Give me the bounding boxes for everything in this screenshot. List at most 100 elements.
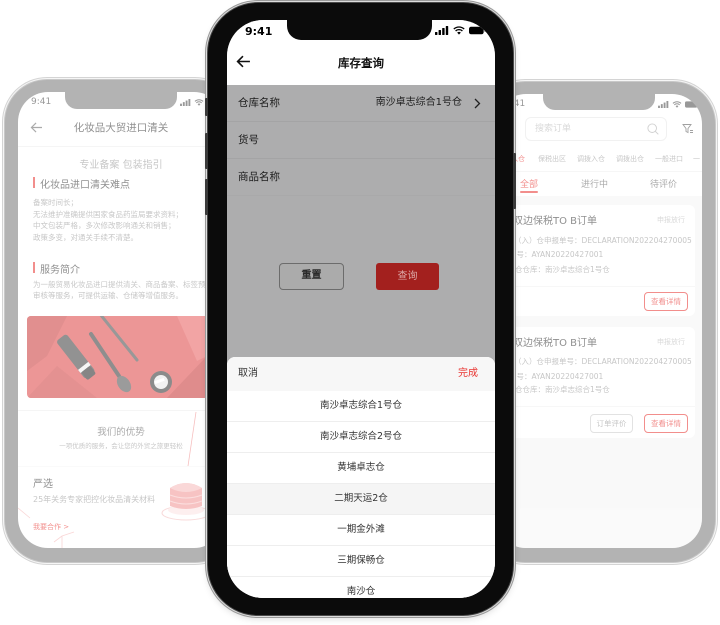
warehouse-picker-sheet: 取消 完成 南沙卓志综合1号仓 南沙卓志综合2号仓 黄埔卓志仓 二期天运2仓 一… (227, 357, 495, 598)
mute-switch (205, 98, 208, 116)
status-tab[interactable]: 待评价 (650, 177, 677, 190)
left-phone-mockup: 9:41 化妆品大贸进口清关 专业备案 包装指引 化妆品进口清关难点 备案时间长… (5, 80, 237, 562)
power-button (513, 153, 516, 209)
difficulty-line: 备案时间长； (33, 198, 78, 207)
left-phone-screen: 9:41 化妆品大贸进口清关 专业备案 包装指引 化妆品进口清关难点 备案时间长… (18, 92, 224, 548)
signal-icon (180, 99, 191, 106)
item-number-field[interactable]: 货号 (227, 122, 495, 159)
field-label: 货号 (238, 134, 259, 146)
picker-option[interactable]: 三期保畅仓 (227, 546, 495, 577)
cancel-button[interactable]: 取消 (238, 357, 258, 391)
order-detail-line: 仓仓库：南沙卓志综合1号仓 (515, 385, 610, 394)
picker-option[interactable]: 黄埔卓志仓 (227, 453, 495, 484)
category-tab[interactable]: 调拨入仓 (577, 154, 605, 164)
service-description: 为一般贸易化妆品进口提供清关、商品备案、标签预 审核等服务，可提供运输、仓储等增… (33, 280, 206, 301)
order-title: 双边保税TO B订单 (513, 216, 598, 227)
battery-icon (469, 26, 486, 35)
done-button[interactable]: 完成 (458, 357, 478, 391)
search-icon[interactable] (647, 123, 659, 135)
order-search-input[interactable]: 搜索订单 (525, 117, 667, 141)
product-name-field[interactable]: 商品名称 (227, 159, 495, 196)
order-card: 双边保税TO B订单 申报放行 （入）仓申报单号：DECLARATION2022… (503, 327, 695, 438)
order-detail-line: 仓仓库：南沙卓志综合1号仓 (515, 265, 610, 274)
card-divider (503, 406, 695, 407)
view-details-button[interactable]: 查看详情 (644, 292, 688, 311)
battery-icon (685, 101, 699, 108)
difficulty-line: 政策多变，对通关手续不清楚。 (33, 233, 138, 243)
signal-icon (435, 26, 449, 35)
category-tab[interactable]: 一般进口 (655, 154, 683, 164)
field-value: 南沙卓志综合1号仓 (375, 97, 462, 108)
section-title-text: 化妆品进口清关难点 (40, 180, 130, 191)
section-title-text: 服务简介 (40, 265, 80, 276)
picker-option[interactable]: 二期天运2仓 (227, 484, 495, 515)
order-status: 申报放行 (657, 216, 685, 224)
tabs-divider (496, 171, 702, 172)
cosmetics-banner (27, 316, 224, 398)
notch (543, 94, 655, 110)
chevron-right-icon (474, 98, 481, 109)
volume-up-button (205, 133, 208, 169)
wifi-icon (672, 101, 682, 108)
status-icons (435, 26, 486, 35)
order-status: 申报放行 (657, 338, 685, 346)
order-detail-line: 同号：AYAN20220427001 (509, 250, 604, 259)
picker-option[interactable]: 南沙卓志综合2号仓 (227, 422, 495, 453)
page-subtitle: 专业备案 包装指引 (79, 160, 163, 171)
warehouse-name-field[interactable]: 仓库名称 南沙卓志综合1号仓 (227, 85, 495, 122)
difficulty-line: 无法维护准确提供国家食品药监局要求资料； (33, 209, 183, 219)
section-accent-bar (33, 262, 35, 273)
section-accent-bar (33, 177, 35, 188)
wifi-icon (453, 26, 465, 35)
page-title: 化妆品大贸进口清关 (73, 122, 169, 134)
field-label: 商品名称 (238, 171, 280, 183)
difficulty-line: 中文包装严格，多次修改影响通关和销售； (33, 221, 176, 231)
field-label: 仓库名称 (238, 97, 280, 109)
order-card: 双边保税TO B订单 申报放行 （入）仓申报单号：DECLARATION2022… (503, 205, 695, 316)
right-phone-content: 9:41 搜索订单 入仓 保税出区 调拨入仓 调拨出仓 一般进口 一 全部 进行… (496, 94, 702, 548)
notch (287, 20, 432, 40)
service-line: 为一般贸易化妆品进口提供清关、商品备案、标签预 (33, 280, 206, 289)
cooperate-link[interactable]: 我要合作 > (33, 522, 69, 532)
notch (65, 92, 177, 109)
filter-icon (682, 123, 694, 135)
picker-option[interactable]: 一期金外滩 (227, 515, 495, 546)
query-button[interactable]: 查询 (376, 263, 439, 290)
page-title: 库存查询 (338, 56, 384, 70)
volume-down-button (205, 179, 208, 215)
compact-icon (150, 371, 172, 393)
category-tab[interactable]: 一 (693, 154, 700, 164)
status-tab[interactable]: 全部 (520, 177, 539, 193)
filter-button[interactable] (682, 123, 694, 135)
status-tab[interactable]: 进行中 (581, 177, 608, 190)
status-icons (658, 101, 699, 108)
order-detail-line: （入）仓申报单号：DECLARATION202204270005 (514, 357, 692, 366)
layered-cake-icon (156, 475, 210, 521)
status-time: 9:41 (31, 97, 52, 107)
picker-option[interactable]: 南沙仓 (227, 577, 495, 598)
order-detail-line: 同号：AYAN20220427001 (509, 372, 604, 381)
nav-divider (18, 146, 224, 147)
picker-header: 取消 完成 (227, 357, 495, 391)
center-phone-mockup: 9:41 库存查询 仓库名称 南沙卓志综合1号仓 货号 商品名称 重置 查询 取… (205, 3, 516, 615)
section-title-service: 服务简介 (33, 261, 80, 276)
right-phone-screen: 9:41 搜索订单 入仓 保税出区 调拨入仓 调拨出仓 一般进口 一 全部 进行… (496, 94, 702, 548)
order-title: 双边保税TO B订单 (513, 338, 598, 349)
order-list: 双边保税TO B订单 申报放行 （入）仓申报单号：DECLARATION2022… (496, 196, 702, 548)
picker-option[interactable]: 南沙卓志综合1号仓 (227, 391, 495, 422)
feature-title: 严选 (33, 479, 53, 490)
center-phone-screen: 9:41 库存查询 仓库名称 南沙卓志综合1号仓 货号 商品名称 重置 查询 取… (227, 20, 495, 598)
order-detail-line: （入）仓申报单号：DECLARATION202204270005 (514, 236, 692, 245)
search-placeholder: 搜索订单 (535, 124, 572, 134)
category-tab[interactable]: 保税出区 (538, 154, 566, 164)
service-line: 审核等服务，可提供运输、仓储等增值服务。 (33, 290, 183, 300)
category-tab[interactable]: 调拨出仓 (616, 154, 644, 164)
reset-button[interactable]: 重置 (279, 263, 344, 290)
section-title-difficulties: 化妆品进口清关难点 (33, 176, 130, 191)
left-phone-content: 9:41 化妆品大贸进口清关 专业备案 包装指引 化妆品进口清关难点 备案时间长… (18, 92, 224, 548)
view-details-button[interactable]: 查看详情 (644, 414, 688, 433)
wifi-icon (194, 99, 204, 106)
rate-order-button[interactable]: 订单评价 (590, 414, 633, 433)
card-divider (503, 286, 695, 287)
status-time: 9:41 (245, 25, 273, 38)
